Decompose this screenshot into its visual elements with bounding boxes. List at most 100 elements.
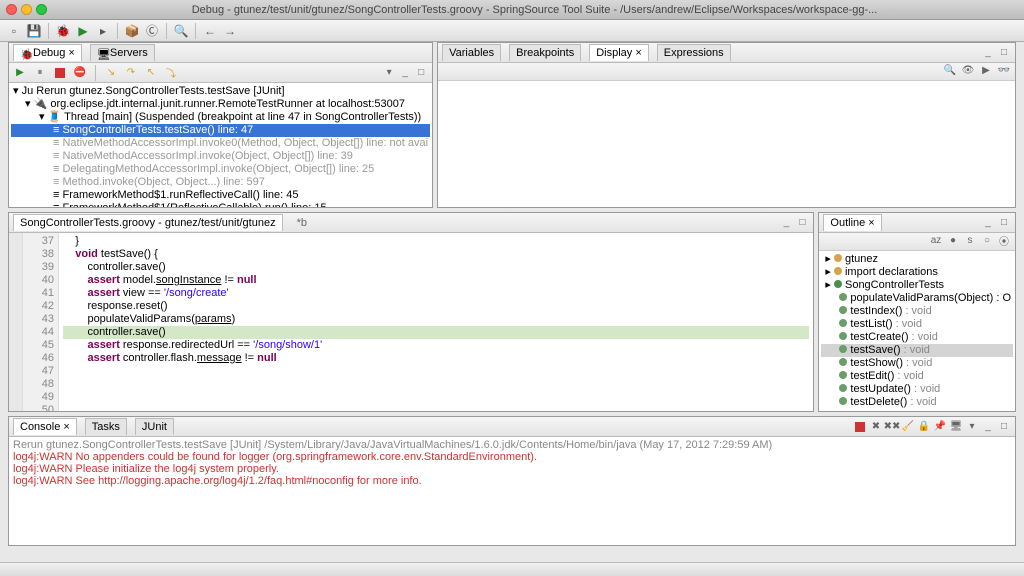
close-icon[interactable]: × <box>868 217 874 229</box>
breakpoints-tab-label: Breakpoints <box>516 47 574 59</box>
window-zoom-button[interactable] <box>36 4 47 15</box>
step-into-icon[interactable]: ↘ <box>104 66 118 80</box>
breakpoint-gutter[interactable] <box>9 233 23 411</box>
hide-fields-icon[interactable]: ● <box>946 233 960 247</box>
code-area[interactable]: } void testSave() { controller.save() as… <box>59 233 813 411</box>
variables-view: Variables Breakpoints Display × Expressi… <box>437 42 1016 208</box>
outline-tab[interactable]: Outline × <box>823 214 881 231</box>
servers-tab[interactable]: 🖥 Servers <box>90 44 155 61</box>
minimize-icon[interactable]: _ <box>779 216 793 230</box>
maximize-icon[interactable]: □ <box>414 66 428 80</box>
hide-static-icon[interactable]: s <box>963 233 977 247</box>
outline-tab-label: Outline <box>830 217 865 229</box>
remove-launch-icon[interactable]: ✖ <box>869 420 883 434</box>
console-tab[interactable]: Console × <box>13 418 77 435</box>
dirty-marker: *b <box>297 217 307 229</box>
outline-item[interactable]: testDelete() : void <box>821 396 1013 409</box>
new-icon[interactable]: ▫ <box>6 23 22 39</box>
close-icon[interactable]: × <box>63 421 69 433</box>
minimize-icon[interactable]: _ <box>981 216 995 230</box>
debug-icon[interactable]: 🐞 <box>55 23 71 39</box>
view-menu-icon[interactable]: ▾ <box>382 66 396 80</box>
debug-tab-icon: 🐞 <box>20 48 30 58</box>
execute-icon[interactable]: ▶ <box>979 63 993 77</box>
forward-icon[interactable]: → <box>222 23 238 39</box>
junit-tab[interactable]: JUnit <box>135 418 174 435</box>
outline-item[interactable]: testIndex() : void <box>821 305 1013 318</box>
vm-node[interactable]: ▾ 🔌 org.eclipse.jdt.internal.junit.runne… <box>11 98 430 111</box>
scroll-lock-icon[interactable]: 🔒 <box>917 420 931 434</box>
display-body[interactable] <box>438 81 1015 207</box>
run-icon[interactable]: ▶ <box>75 23 91 39</box>
close-icon[interactable]: × <box>635 47 641 59</box>
stack-frame[interactable]: ≡ NativeMethodAccessorImpl.invoke(Object… <box>11 150 430 163</box>
terminate-icon[interactable] <box>53 66 67 80</box>
breakpoints-tab[interactable]: Breakpoints <box>509 44 581 61</box>
close-icon[interactable]: × <box>68 47 74 59</box>
run-last-icon[interactable]: ▸ <box>95 23 111 39</box>
outline-item[interactable]: populateValidParams(Object) : O <box>821 292 1013 305</box>
terminate-icon[interactable] <box>853 420 867 434</box>
stack-frame[interactable]: ≡ Method.invoke(Object, Object...) line:… <box>11 176 430 189</box>
outline-item[interactable]: ▸ SongControllerTests <box>821 279 1013 292</box>
step-return-icon[interactable]: ↖ <box>144 66 158 80</box>
new-package-icon[interactable]: 📦 <box>124 23 140 39</box>
stack-frame[interactable]: ≡ DelegatingMethodAccessorImpl.invoke(Ob… <box>11 163 430 176</box>
outline-item[interactable]: testUpdate() : void <box>821 383 1013 396</box>
drop-frame-icon[interactable]: ⤵ <box>164 66 178 80</box>
outline-item[interactable]: testCreate() : void <box>821 331 1013 344</box>
stack-frame[interactable]: ≡ SongControllerTests.testSave() line: 4… <box>11 124 430 137</box>
minimize-icon[interactable]: _ <box>981 420 995 434</box>
tasks-tab[interactable]: Tasks <box>85 418 127 435</box>
launch-node[interactable]: ▾ Ju Rerun gtunez.SongControllerTests.te… <box>11 85 430 98</box>
outline-item[interactable]: ▸ gtunez <box>821 253 1013 266</box>
pin-console-icon[interactable]: 📌 <box>933 420 947 434</box>
maximize-icon[interactable]: □ <box>795 216 809 230</box>
display-console-icon[interactable]: 🖥 <box>949 420 963 434</box>
outline-item[interactable]: testEdit() : void <box>821 370 1013 383</box>
step-over-icon[interactable]: ↷ <box>124 66 138 80</box>
stack-frame[interactable]: ≡ NativeMethodAccessorImpl.invoke0(Metho… <box>11 137 430 150</box>
variables-tab[interactable]: Variables <box>442 44 501 61</box>
window-close-button[interactable] <box>6 4 17 15</box>
outline-item[interactable]: testSave() : void <box>821 344 1013 357</box>
save-icon[interactable]: 💾 <box>26 23 42 39</box>
remove-all-icon[interactable]: ✖✖ <box>885 420 899 434</box>
maximize-icon[interactable]: □ <box>997 216 1011 230</box>
editor-tab[interactable]: SongControllerTests.groovy - gtunez/test… <box>13 214 283 231</box>
window-minimize-button[interactable] <box>21 4 32 15</box>
new-class-icon[interactable]: Ⓒ <box>144 23 160 39</box>
clear-console-icon[interactable]: 🧹 <box>901 420 915 434</box>
display-tab[interactable]: Display × <box>589 44 649 61</box>
watch-icon[interactable]: 👓 <box>997 63 1011 77</box>
console-line: log4j:WARN See http://logging.apache.org… <box>13 475 1011 487</box>
search-icon[interactable]: 🔍 <box>173 23 189 39</box>
thread-node[interactable]: ▾ 🧵 Thread [main] (Suspended (breakpoint… <box>11 111 430 124</box>
minimize-icon[interactable]: _ <box>398 66 412 80</box>
inspect-icon[interactable]: 👁 <box>961 63 975 77</box>
minimize-icon[interactable]: _ <box>981 46 995 60</box>
maximize-icon[interactable]: □ <box>997 420 1011 434</box>
stack-frame[interactable]: ≡ FrameworkMethod$1(ReflectiveCallable).… <box>11 202 430 207</box>
line-gutter: 3738394041424344454647484950 <box>23 233 59 411</box>
outline-item[interactable]: testShow() : void <box>821 357 1013 370</box>
console-view: Console × Tasks JUnit ✖ ✖✖ 🧹 🔒 📌 🖥 <box>8 416 1016 546</box>
editor-tab-label: SongControllerTests.groovy - gtunez/test… <box>20 217 276 229</box>
clear-icon[interactable]: 🔍 <box>943 63 957 77</box>
suspend-icon[interactable]: ⏸ <box>33 66 47 80</box>
outline-item[interactable]: testList() : void <box>821 318 1013 331</box>
back-icon[interactable]: ← <box>202 23 218 39</box>
console-header: Rerun gtunez.SongControllerTests.testSav… <box>13 439 1011 451</box>
hide-nonpublic-icon[interactable]: ○ <box>980 233 994 247</box>
disconnect-icon[interactable]: ⛔ <box>73 66 87 80</box>
open-console-icon[interactable]: ▾ <box>965 420 979 434</box>
display-tab-label: Display <box>596 47 632 59</box>
outline-item[interactable]: ▸ import declarations <box>821 266 1013 279</box>
sort-icon[interactable]: az <box>929 233 943 247</box>
expressions-tab[interactable]: Expressions <box>657 44 731 61</box>
stack-frame[interactable]: ≡ FrameworkMethod$1.runReflectiveCall() … <box>11 189 430 202</box>
resume-icon[interactable]: ▶ <box>13 66 27 80</box>
debug-tab[interactable]: 🐞 Debug × <box>13 44 82 61</box>
focus-icon[interactable]: ⦿ <box>997 233 1011 247</box>
maximize-icon[interactable]: □ <box>997 46 1011 60</box>
